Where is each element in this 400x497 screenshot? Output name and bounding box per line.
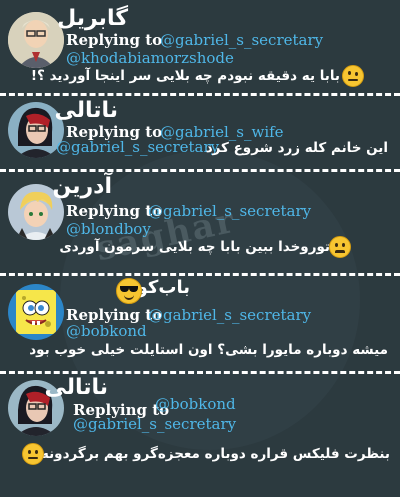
post-author-name[interactable]: گابریل xyxy=(57,6,128,31)
mention-link[interactable]: @gabriel_s_secretary xyxy=(56,138,219,156)
post-text: توروخدا ببین بابا چه بلایی سرمون آوردی xyxy=(59,239,330,255)
mention-link[interactable]: @gabriel_s_secretary xyxy=(148,202,311,220)
replying-to-label: Replying to xyxy=(66,31,163,49)
post-text: این خانم کله زرد شروع کرد xyxy=(205,140,388,156)
reply-post-3[interactable]: آدرین Replying to @gabriel_s_secretary @… xyxy=(0,171,400,271)
post-text: بابا یه دقیقه نبودم چه بلایی سر اینجا آو… xyxy=(30,68,340,84)
neutral-face-emoji xyxy=(22,443,44,465)
reply-post-2[interactable]: ناتالی Replying to @gabriel_s_wife @gabr… xyxy=(0,96,400,170)
sunglasses-emoji xyxy=(116,278,142,304)
mention-link[interactable]: @khodabiamorzshode xyxy=(66,49,234,67)
post-author-name[interactable]: آدرین xyxy=(52,174,112,199)
post-author-name[interactable]: ناتالی xyxy=(54,98,118,123)
post-text: بنظرت فلیکس قراره دوباره معجزه‌گرو بهم ب… xyxy=(33,446,390,462)
mention-link[interactable]: @gabriel_s_secretary xyxy=(148,306,311,324)
mention-link[interactable]: @bobkond xyxy=(66,322,147,340)
post-author-name[interactable]: ناتالی xyxy=(44,375,108,400)
reply-post-4[interactable]: باب‌کوند Replying to @gabriel_s_secretar… xyxy=(0,275,400,370)
worried-emoji xyxy=(329,236,351,258)
mention-link[interactable]: @gabriel_s_secretary xyxy=(160,31,323,49)
reply-post-1[interactable]: گابریل Replying to @gabriel_s_secretary … xyxy=(0,0,400,92)
mention-link[interactable]: @bobkond xyxy=(155,395,236,413)
avatar-gabriel[interactable] xyxy=(8,12,64,68)
mention-link[interactable]: @blondboy xyxy=(66,220,151,238)
avatar-spongebob[interactable] xyxy=(8,284,64,340)
raised-eyebrow-emoji xyxy=(342,65,364,87)
mention-link[interactable]: @gabriel_s_secretary xyxy=(73,415,236,433)
post-text: میشه دوباره مایورا بشی؟ اون استایلت خیلی… xyxy=(29,342,388,358)
reply-post-5[interactable]: ناتالی Replying to @bobkond @gabriel_s_s… xyxy=(0,374,400,497)
